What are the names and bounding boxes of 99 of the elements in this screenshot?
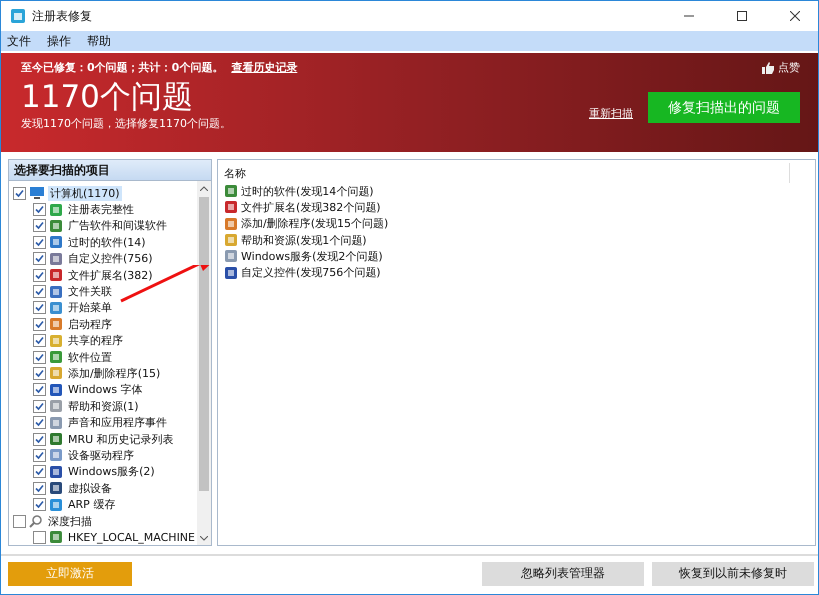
checkbox[interactable] [33,448,46,462]
found-summary: 发现1170个问题，选择修复1170个问题。 [21,116,232,131]
ignore-list-button[interactable]: 忽略列表管理器 [482,562,644,586]
magnifier-icon [29,514,43,528]
result-item[interactable]: 帮助和资源(发现1个问题) [241,232,367,248]
result-item[interactable]: 添加/删除程序(发现15个问题) [241,216,388,232]
tree-item[interactable]: 文件关联 [66,284,114,300]
checkbox[interactable] [33,482,46,495]
item-icon [224,216,238,231]
restore-button[interactable]: 恢复到以前未修复时 [652,562,814,586]
scroll-up-icon [200,186,208,190]
tree-item[interactable]: 文件扩展名(382) [66,268,155,283]
item-icon [49,448,63,462]
result-item[interactable]: 文件扩展名(发现382个问题) [241,200,381,215]
item-icon [49,481,63,496]
item-icon [49,284,63,299]
checkbox[interactable] [33,219,46,232]
menu-item[interactable]: 操作 [47,32,71,50]
checkbox[interactable] [33,285,46,298]
item-icon [49,300,63,315]
rescan-link[interactable]: 重新扫描 [589,106,633,121]
checkbox[interactable] [13,186,26,200]
checkbox[interactable] [33,203,46,216]
checkbox[interactable] [33,268,46,282]
item-icon [49,252,63,266]
menu-item[interactable]: 文件 [7,32,31,50]
result-item[interactable]: 过时的软件(发现14个问题) [241,184,374,199]
like-link[interactable]: 点赞 [778,60,800,75]
app-icon [11,9,25,23]
panel-title: 选择要扫描的项目 [9,160,211,180]
tree-item[interactable]: 虚拟设备 [66,480,114,496]
checkbox[interactable] [33,236,46,249]
item-icon [49,317,63,332]
window-title: 注册表修复 [32,8,93,24]
item-icon [49,366,63,380]
tree-item[interactable]: 软件位置 [66,350,114,365]
tree-item[interactable]: Windows 字体 [66,382,145,398]
item-icon [49,416,63,430]
item-icon [224,184,238,198]
tree-item[interactable]: ARP 缓存 [66,497,118,512]
checkbox[interactable] [33,383,46,396]
tree-item[interactable]: 声音和应用程序事件 [66,415,169,430]
checkbox[interactable] [33,301,46,314]
checkbox[interactable] [33,252,46,266]
item-icon [49,350,63,364]
tree-item[interactable]: 启动程序 [66,316,114,332]
item-icon [49,202,63,217]
item-icon [49,498,63,512]
checkbox[interactable] [33,350,46,364]
computer-icon [29,186,45,200]
maximize-icon [737,11,747,21]
item-icon [49,399,63,414]
history-link[interactable]: 查看历史记录 [231,60,298,75]
tree-item[interactable]: 注册表完整性 [66,202,136,218]
checkbox[interactable] [33,366,46,380]
tree-item[interactable]: 共享的程序 [66,333,125,348]
menu-item[interactable]: 帮助 [87,32,111,50]
tree-item[interactable]: 广告软件和间谍软件 [66,218,169,234]
close-icon [790,11,800,21]
column-header: 名称 [224,163,790,183]
checkbox[interactable] [33,432,46,446]
item-icon [224,249,238,264]
item-icon [224,266,238,280]
tree-item[interactable]: 计算机(1170) [48,186,122,201]
item-icon [48,530,63,544]
tree-item[interactable]: 过时的软件(14) [66,234,148,250]
tree-item[interactable]: 帮助和资源(1) [66,398,141,414]
tree-item[interactable]: HKEY_LOCAL_MACHINE [66,530,197,544]
checkbox[interactable] [33,530,46,544]
checkbox[interactable] [33,400,46,413]
repair-summary: 至今已修复：0个问题；共计：0个问题。 [21,60,224,75]
item-icon [224,233,238,248]
checkbox[interactable] [33,416,46,430]
item-icon [224,200,238,214]
checkbox[interactable] [33,498,46,512]
item-icon [49,382,63,397]
thumbs-up-icon [762,62,774,74]
checkbox[interactable] [33,465,46,478]
tree-item[interactable]: MRU 和历史记录列表 [66,432,176,447]
checkbox[interactable] [33,334,46,348]
checkbox[interactable] [33,318,46,331]
result-item[interactable]: 自定义控件(发现756个问题) [241,265,381,280]
result-item[interactable]: Windows服务(发现2个问题) [241,248,383,264]
issue-count: 1170个问题 [21,78,194,116]
item-icon [49,334,63,348]
item-icon [49,268,63,282]
item-icon [49,464,63,479]
tree-item[interactable]: 深度扫描 [46,514,94,528]
item-icon [49,218,63,233]
tree-item[interactable]: 自定义控件(756) [66,251,155,266]
checkbox[interactable] [13,514,26,528]
scrollbar[interactable] [197,181,211,545]
tree-item[interactable]: 设备驱动程序 [66,448,136,463]
tree-item[interactable]: 开始菜单 [66,300,114,316]
item-icon [49,432,63,446]
item-icon [49,235,63,250]
tree-item[interactable]: 添加/删除程序(15) [66,366,162,381]
scroll-down-icon [200,536,208,540]
tree-item[interactable]: Windows服务(2) [66,464,157,480]
